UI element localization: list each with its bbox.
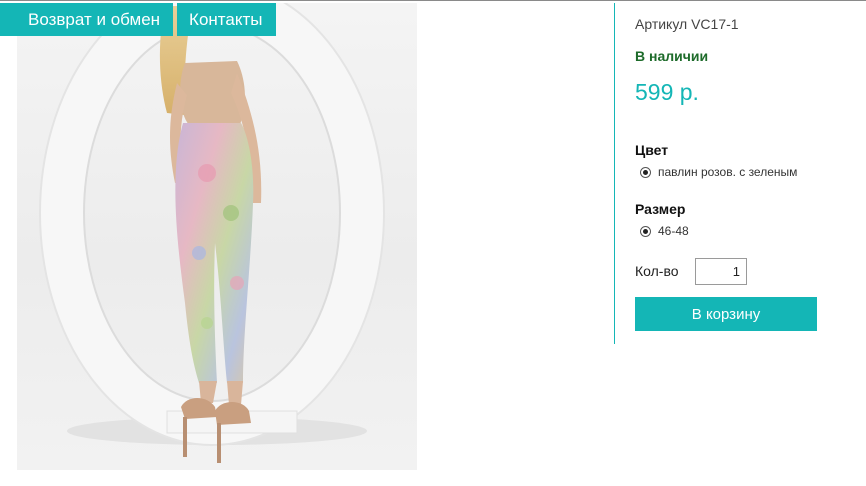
product-price: 599 р. (635, 79, 699, 105)
color-option-title: Цвет (635, 142, 669, 158)
nav-tab-contacts[interactable]: Контакты (177, 3, 277, 36)
quantity-input[interactable] (695, 258, 747, 285)
product-sku: Артикул VC17-1 (635, 16, 739, 32)
nav-tab-returns[interactable]: Возврат и обмен (8, 3, 174, 36)
size-option-row[interactable]: 46-48 (640, 223, 689, 239)
color-option-row[interactable]: павлин розов. с зеленым (640, 164, 797, 180)
color-radio[interactable] (640, 166, 651, 178)
size-option-label: 46-48 (658, 224, 689, 238)
stock-status: В наличии (635, 48, 709, 64)
add-to-cart-button[interactable]: В корзину (635, 297, 817, 331)
color-option-label: павлин розов. с зеленым (658, 165, 798, 179)
size-option-title: Размер (635, 201, 686, 217)
quantity-label: Кол-во (635, 263, 679, 279)
product-image[interactable] (17, 3, 417, 470)
panel-divider (614, 3, 615, 344)
product-photo-illustration (39, 3, 385, 463)
top-divider (0, 0, 866, 1)
nav-accent-bar (0, 3, 8, 36)
size-radio[interactable] (640, 225, 651, 237)
top-navigation: Возврат и обмен Контакты (0, 3, 277, 36)
